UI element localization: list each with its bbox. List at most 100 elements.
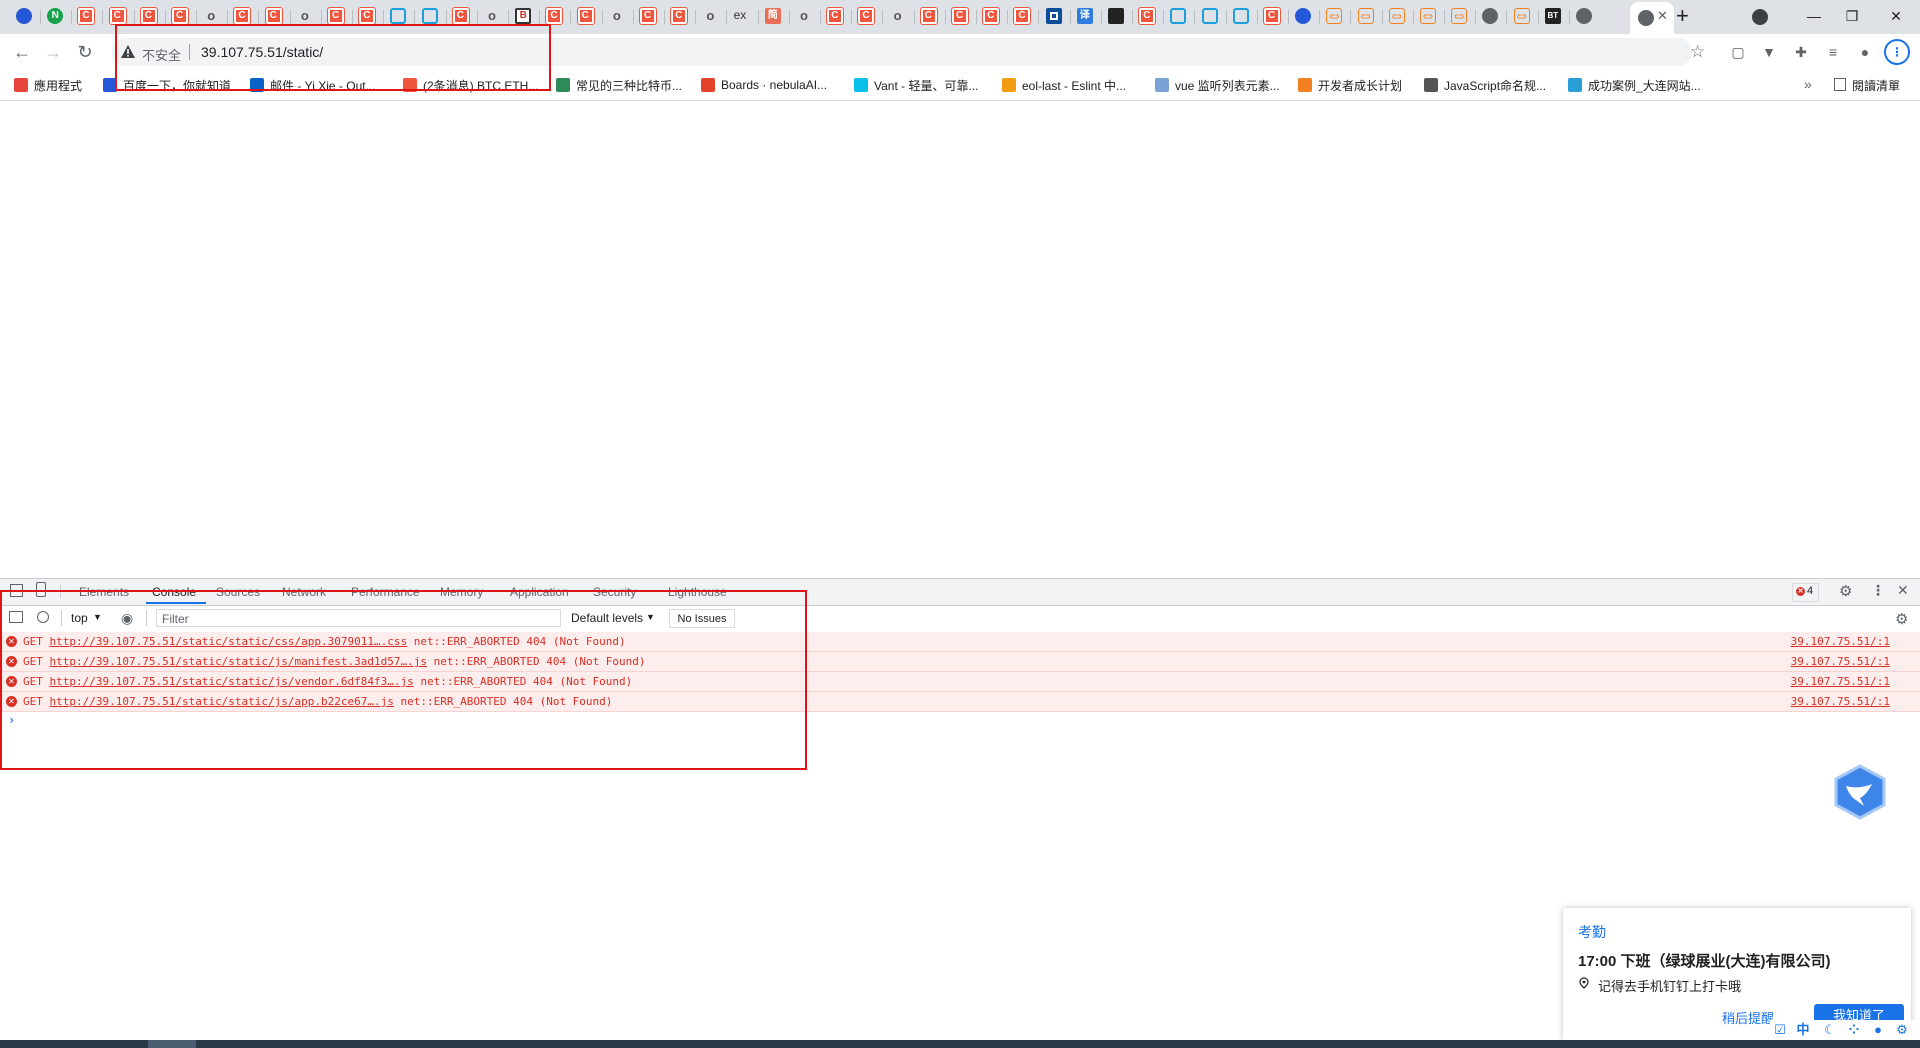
new-tab-button[interactable]: + [1676, 3, 1689, 29]
csdn-icon[interactable] [1013, 7, 1032, 25]
bilibili-icon[interactable] [1201, 8, 1218, 24]
reading-list-button[interactable]: 閱讀清單 [1852, 77, 1900, 94]
bookmark-item[interactable]: vue 监听列表元素... [1155, 76, 1280, 94]
paw-icon[interactable] [16, 8, 32, 24]
translate-icon[interactable]: 译 [1076, 8, 1093, 24]
bookmark-item[interactable]: 常见的三种比特币... [556, 76, 682, 94]
error-count-badge[interactable]: ✕ 4 [1792, 583, 1819, 602]
bookmark-item[interactable]: 开发者成长计划 [1298, 76, 1402, 94]
o-icon[interactable]: ο [890, 8, 906, 24]
csdn-icon[interactable] [139, 7, 158, 25]
tab-separator [1350, 10, 1352, 24]
reload-button[interactable]: ↻ [73, 40, 97, 64]
profile-avatar-icon[interactable]: ● [1856, 43, 1874, 61]
extensions-puzzle-icon[interactable]: ✚ [1792, 43, 1810, 61]
csdn-icon[interactable] [264, 7, 283, 25]
tab-separator [632, 10, 634, 24]
o-icon[interactable]: ο [203, 8, 219, 24]
csdn-icon[interactable] [358, 7, 377, 25]
bookmark-item[interactable]: JavaScript命名规... [1424, 76, 1546, 94]
dingtalk-bird-icon[interactable] [1832, 764, 1888, 820]
bookmark-item[interactable]: Vant - 轻量、可靠... [854, 76, 978, 94]
restore-button[interactable]: ❐ [1832, 4, 1872, 28]
link-icon[interactable]: ⊂⊃ [1513, 8, 1530, 24]
tray-dots-icon[interactable]: ⁘ [1846, 1022, 1862, 1038]
b-icon[interactable]: B [515, 8, 532, 24]
o-icon[interactable]: ο [609, 8, 625, 24]
close-devtools-icon[interactable]: ✕ [1897, 582, 1909, 599]
tray-checkbox-icon[interactable]: ☑ [1772, 1022, 1788, 1038]
bilibili-icon[interactable] [1232, 8, 1249, 24]
bilibili-icon[interactable] [421, 8, 438, 24]
o-icon[interactable]: ο [796, 8, 812, 24]
extension-square-icon[interactable]: ▢ [1729, 43, 1747, 61]
close-window-button[interactable]: ✕ [1876, 4, 1916, 28]
bookmark-favicon-icon [1298, 78, 1312, 92]
error-source-link[interactable]: 39.107.75.51/:1 [1791, 655, 1890, 668]
tray-settings-icon[interactable]: ⚙ [1894, 1022, 1910, 1038]
error-source-link[interactable]: 39.107.75.51/:1 [1791, 635, 1890, 648]
csdn-icon[interactable] [233, 7, 252, 25]
bt-icon[interactable]: BT [1544, 8, 1561, 24]
ime-indicator[interactable]: 中 [1795, 1022, 1811, 1038]
tab-search-icon[interactable] [1752, 9, 1768, 25]
bookmark-item[interactable]: eol-last - Eslint 中... [1002, 76, 1126, 94]
csdn-icon[interactable] [670, 7, 689, 25]
csdn-icon[interactable] [108, 7, 127, 25]
link-icon[interactable]: ⊂⊃ [1451, 8, 1468, 24]
csdn-icon[interactable] [826, 7, 845, 25]
link-icon[interactable]: ⊂⊃ [1388, 8, 1405, 24]
tab-separator [71, 10, 73, 24]
o-icon[interactable]: ο [297, 8, 313, 24]
link-icon[interactable]: ⊂⊃ [1420, 8, 1436, 24]
csdn-icon[interactable] [919, 7, 938, 25]
box-icon[interactable] [1045, 8, 1062, 24]
csdn-icon[interactable] [1263, 7, 1281, 25]
bilibili-icon[interactable] [1170, 8, 1187, 24]
csdn-icon[interactable] [77, 7, 96, 25]
csdn-icon[interactable] [545, 7, 564, 25]
globe-icon[interactable] [1576, 8, 1592, 24]
link-icon[interactable]: ⊂⊃ [1326, 8, 1343, 24]
extension-vue-icon[interactable]: ▼ [1760, 43, 1778, 61]
tab-separator [944, 10, 946, 24]
o-icon[interactable]: ο [702, 8, 718, 24]
dark-icon[interactable] [1108, 8, 1124, 24]
csdn-icon[interactable] [171, 7, 189, 25]
forward-button[interactable]: → [41, 40, 65, 64]
link-icon[interactable]: ⊂⊃ [1357, 8, 1374, 24]
csdn-icon[interactable] [451, 7, 470, 25]
csdn-icon[interactable] [639, 7, 657, 25]
notification-body: 记得去手机钉钉上打卡哦 [1598, 979, 1742, 994]
error-icon: ✕ [1796, 587, 1805, 596]
bookmark-item[interactable]: Boards · nebulaAI... [701, 76, 827, 94]
taskbar-active-app[interactable] [148, 1040, 196, 1048]
csdn-icon[interactable] [327, 7, 345, 25]
error-source-link[interactable]: 39.107.75.51/:1 [1791, 695, 1890, 708]
csdn-icon[interactable] [982, 7, 1001, 25]
o-icon[interactable]: ο [484, 8, 500, 24]
csdn-icon[interactable] [576, 7, 595, 25]
bookmark-item[interactable]: 成功案例_大连网站... [1568, 76, 1701, 94]
bilibili-icon[interactable] [390, 8, 407, 24]
bookmarks-overflow-button[interactable]: » [1804, 76, 1812, 92]
bookmark-item[interactable]: 應用程式 [14, 76, 82, 94]
close-tab-icon[interactable]: ✕ [1657, 8, 1668, 24]
ex-icon[interactable]: ex [734, 8, 750, 24]
tray-user-icon[interactable]: ● [1870, 1022, 1886, 1038]
menu-kebab-icon[interactable]: ⋮ [1884, 39, 1910, 65]
error-source-link[interactable]: 39.107.75.51/:1 [1791, 675, 1890, 688]
settings-gear-icon[interactable]: ⚙ [1839, 582, 1852, 600]
media-icon[interactable]: ≡ [1824, 43, 1842, 61]
console-settings-gear-icon[interactable]: ⚙ [1895, 610, 1908, 628]
jian-icon[interactable]: 简 [764, 8, 781, 24]
back-button[interactable]: ← [10, 40, 34, 64]
devtools-more-icon[interactable]: ⋮ [1871, 582, 1885, 599]
csdn-icon[interactable] [857, 7, 876, 25]
csdn-icon[interactable] [1138, 7, 1157, 25]
minimize-button[interactable]: — [1794, 4, 1834, 28]
active-tab[interactable]: ✕ [1630, 2, 1674, 34]
moon-icon[interactable]: ☾ [1822, 1022, 1838, 1038]
bookmark-star-icon[interactable]: ☆ [1690, 42, 1705, 62]
csdn-icon[interactable] [951, 7, 969, 25]
